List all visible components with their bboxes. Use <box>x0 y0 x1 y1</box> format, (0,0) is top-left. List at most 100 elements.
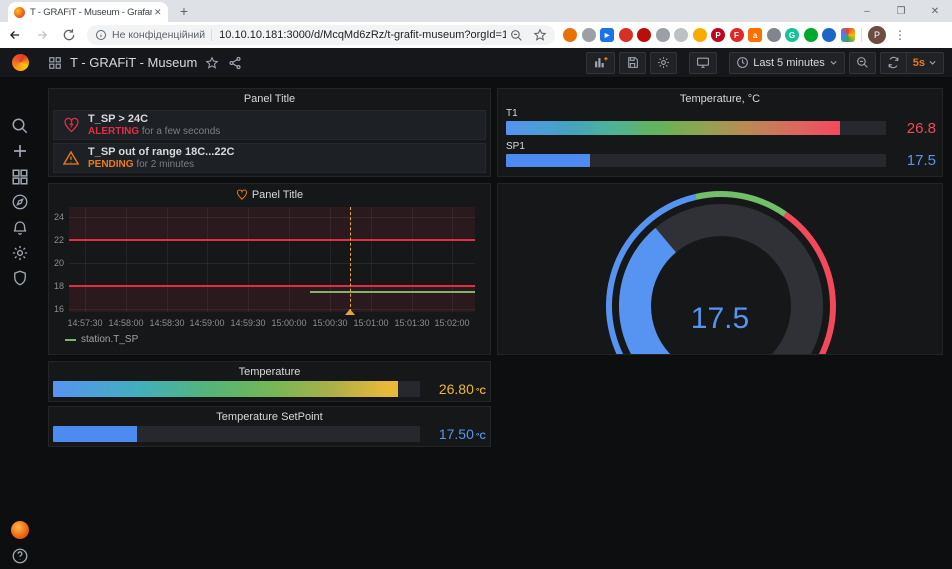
bar-value: 17.50°C <box>420 426 486 442</box>
threshold-line-22 <box>69 239 475 241</box>
gauge[interactable]: 17.5 <box>498 184 942 354</box>
gauge-value: 17.5 <box>498 302 942 336</box>
y-tick: 22 <box>49 235 64 245</box>
grafana-logo-button[interactable] <box>0 48 40 78</box>
dashboard-title[interactable]: T - GRAFiT - Museum <box>70 55 197 70</box>
unit-label: °C <box>476 386 486 396</box>
url-text[interactable]: 10.10.10.181:3000/d/McqMd6zRz/t-grafit-m… <box>219 29 506 41</box>
back-button[interactable] <box>3 23 27 47</box>
address-bar[interactable]: Не конфіденційний 10.10.10.181:3000/d/Mc… <box>87 25 555 45</box>
profile-avatar[interactable]: P <box>868 26 886 44</box>
x-tick: 15:01:00 <box>349 318 393 328</box>
favorite-star-icon[interactable] <box>205 56 219 70</box>
legend[interactable]: station.T_SP <box>65 334 138 345</box>
browser-menu-icon[interactable]: ⋮ <box>894 28 906 42</box>
dashboard-settings-button[interactable] <box>650 52 677 74</box>
x-tick: 14:59:30 <box>226 318 270 328</box>
legend-series-name: station.T_SP <box>81 334 138 345</box>
time-range-picker[interactable]: Last 5 minutes <box>729 52 845 74</box>
gridline <box>371 207 372 312</box>
browser-window: T - GRAFiT - Museum - Grafana ✕ + – ❐ ✕ … <box>0 0 952 569</box>
tab-close-icon[interactable]: ✕ <box>154 7 162 18</box>
palette-icon[interactable] <box>841 28 855 42</box>
alerting-bell-icon[interactable] <box>11 219 29 237</box>
bar-value: 17.5 <box>886 152 936 169</box>
alert-name: T_SP out of range 18C...22C <box>88 146 235 159</box>
alert-item-pending[interactable]: T_SP out of range 18C...22C PENDING for … <box>53 143 486 173</box>
badge-icon[interactable] <box>619 28 633 42</box>
add-panel-button[interactable] <box>586 52 615 74</box>
bar-fill <box>506 121 840 135</box>
setpoint-panel: Temperature SetPoint 17.50°C <box>48 406 491 447</box>
gridline <box>412 207 413 312</box>
dashboard-grid-icon <box>48 56 62 70</box>
reload-icon <box>62 28 76 42</box>
magnifier-minus-icon <box>856 56 869 69</box>
time-range-label: Last 5 minutes <box>753 57 825 69</box>
cycle-view-button[interactable] <box>689 52 717 74</box>
x-tick: 14:57:30 <box>63 318 107 328</box>
evernote-icon[interactable] <box>804 28 818 42</box>
plot-area[interactable] <box>69 207 475 312</box>
annotation-marker[interactable] <box>345 309 355 315</box>
minimize-button[interactable]: – <box>850 0 884 22</box>
panel-title[interactable]: Panel Title <box>49 89 490 106</box>
gridline <box>69 309 475 310</box>
video-icon[interactable]: ▶ <box>600 28 614 42</box>
adblock-icon[interactable] <box>637 28 651 42</box>
gridline <box>69 217 475 218</box>
server-admin-shield-icon[interactable] <box>11 269 29 287</box>
create-plus-icon[interactable] <box>11 142 29 160</box>
cast-icon[interactable] <box>767 28 781 42</box>
refresh-interval-dropdown[interactable]: 5s <box>907 52 944 74</box>
gridline <box>69 263 475 264</box>
configuration-gear-icon[interactable] <box>11 244 29 262</box>
restore-button[interactable]: ❐ <box>884 0 918 22</box>
cloud-icon[interactable] <box>674 28 688 42</box>
panel-title[interactable]: Temperature, °C <box>498 89 942 106</box>
save-dashboard-button[interactable] <box>619 52 646 74</box>
gauge-panel: 17.5 <box>497 183 943 355</box>
close-button[interactable]: ✕ <box>918 0 952 22</box>
tab-strip: T - GRAFiT - Museum - Grafana ✕ + – ❐ ✕ <box>0 0 952 22</box>
shopping-icon[interactable]: a <box>748 28 762 42</box>
links-icon[interactable] <box>656 28 670 42</box>
alert-state: ALERTING <box>88 126 139 137</box>
grammarly-icon[interactable]: G <box>785 28 799 42</box>
key-icon[interactable] <box>693 28 707 42</box>
pinterest-icon[interactable]: P <box>711 28 725 42</box>
new-tab-button[interactable]: + <box>176 4 192 20</box>
timeseries-panel: Panel Title 24 22 20 18 16 <box>48 183 491 355</box>
bar-label-sp1: SP1 <box>506 141 525 152</box>
refresh-button[interactable] <box>880 52 907 74</box>
globe-icon[interactable] <box>582 28 596 42</box>
search-icon[interactable] <box>11 117 29 135</box>
y-tick: 16 <box>49 304 64 314</box>
shield-check-icon[interactable] <box>822 28 836 42</box>
panel-title[interactable]: Temperature SetPoint <box>49 407 490 424</box>
flipboard-icon[interactable]: F <box>730 28 744 42</box>
zoom-indicator-icon[interactable] <box>510 29 523 42</box>
annotation-line[interactable] <box>350 207 351 312</box>
help-icon[interactable] <box>11 547 29 565</box>
chevron-down-icon <box>928 58 937 67</box>
explore-compass-icon[interactable] <box>11 193 29 211</box>
forward-button[interactable] <box>30 23 54 47</box>
security-label[interactable]: Не конфіденційний <box>112 29 205 41</box>
alert-item-alerting[interactable]: T_SP > 24C ALERTING for a few seconds <box>53 110 486 140</box>
save-icon <box>626 56 639 69</box>
bookmark-star-icon[interactable] <box>533 28 547 42</box>
gridline <box>452 207 453 312</box>
user-avatar[interactable] <box>11 521 29 539</box>
bar-label-t1: T1 <box>506 108 518 119</box>
reload-button[interactable] <box>57 23 81 47</box>
gridline <box>207 207 208 312</box>
panel-title[interactable]: Temperature <box>49 362 490 379</box>
rss-icon[interactable] <box>563 28 577 42</box>
panel-title[interactable]: Panel Title <box>49 184 490 201</box>
share-icon[interactable] <box>228 56 242 70</box>
browser-tab[interactable]: T - GRAFiT - Museum - Grafana ✕ <box>8 2 168 22</box>
zoom-out-button[interactable] <box>849 52 876 74</box>
grafana-logo-icon <box>12 54 29 71</box>
dashboards-icon[interactable] <box>11 168 29 186</box>
